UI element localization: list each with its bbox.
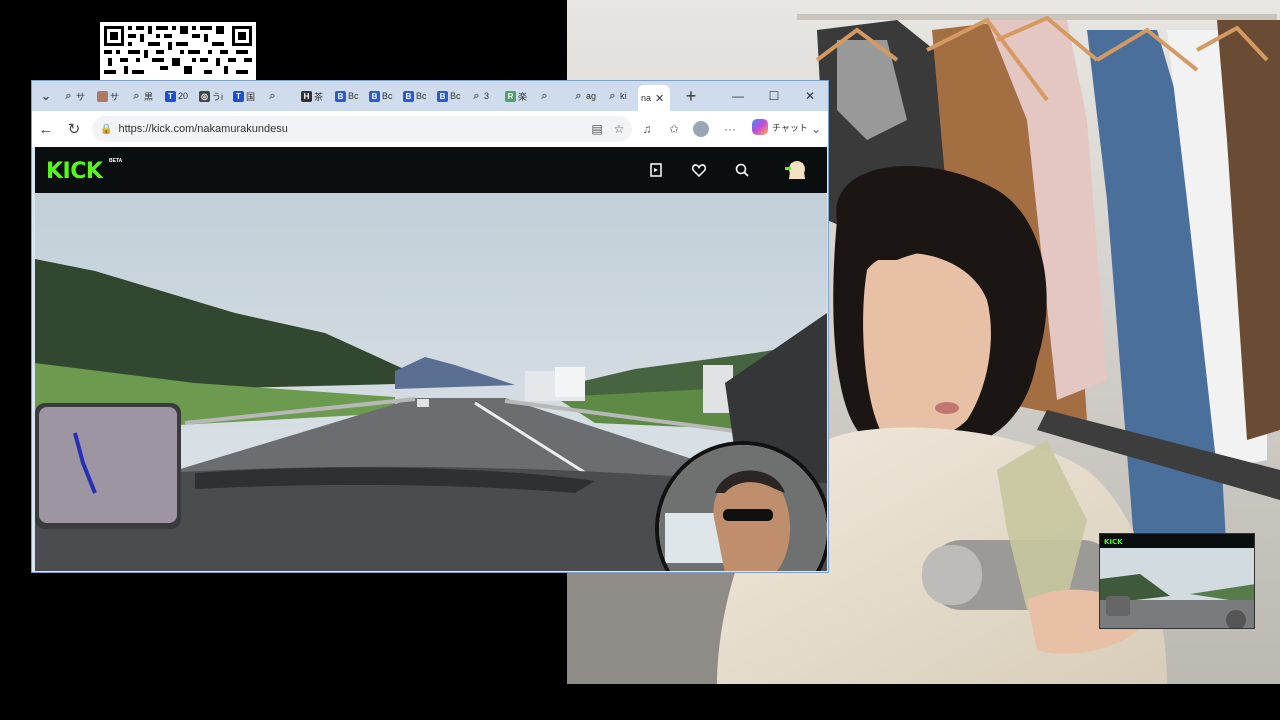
tab-item[interactable]: ⌕ ag [570,85,604,107]
heart-icon[interactable] [689,160,709,180]
lock-icon: 🔒 [100,123,113,135]
tab-active[interactable]: na ✕ [638,85,670,111]
back-button[interactable]: ← [32,115,60,143]
tab-label: ki [620,91,627,101]
chevron-down-icon[interactable]: ⌄ [806,119,826,139]
tab-close-icon[interactable]: ✕ [655,92,664,105]
tab-favicon-icon: ⌕ [133,89,140,102]
mini-stream-preview: KICK [1099,533,1255,629]
qr-code [100,22,256,80]
close-window-button[interactable]: ✕ [792,81,828,111]
tab-label: 黒 [144,91,154,102]
tab-label: 茶 [314,91,324,102]
kick-beta-badge: BETA [109,158,123,164]
svg-text:KICK: KICK [1104,538,1123,546]
tab-favicon-icon: ◎ [199,90,210,102]
tab-favicon-icon [97,90,108,102]
tab-label: na [641,93,652,103]
tab-favicon-icon: T [233,90,244,102]
stream-canvas: KICK ⌄ ⌕ ササ ⌕ 黒 T 20 ◎ うi T 国 ⌕ H 茶 B Bc B Bc B Bc B Bc ⌕ 3 R 楽 ⌕… [0,0,1280,720]
tab-label: Bc [450,91,461,101]
chat-label: チャット [772,122,808,133]
tab-item[interactable]: ⌕ サ [60,85,94,107]
copilot-chat-button[interactable]: チャット [752,119,808,135]
tab-favicon-icon: B [403,90,414,102]
search-icon[interactable] [732,160,752,180]
tab-label: 20 [178,91,189,101]
media-control-icon[interactable]: ♫ [637,119,657,139]
tab-favicon-icon: ⌕ [269,89,276,102]
tab-item[interactable]: サ [94,85,128,107]
copilot-icon [752,119,768,135]
tab-bar: ⌄ ⌕ ササ ⌕ 黒 T 20 ◎ うi T 国 ⌕ H 茶 B Bc B Bc B Bc B Bc ⌕ 3 R 楽 ⌕ ⌕ ag ⌕ k… [32,81,828,111]
video-player[interactable] [35,193,827,571]
profile-avatar-icon[interactable] [691,119,711,139]
kick-page: KICK BETA [35,147,827,571]
tab-item[interactable]: ⌕ ki [604,85,638,107]
tab-label: Bc [348,91,359,101]
tab-item[interactable]: ◎ うi [196,85,230,107]
tab-favicon-icon: R [505,90,516,102]
tab-label: Bc [416,91,427,101]
tab-favicon-icon: B [369,90,380,102]
kick-header: KICK BETA [35,147,827,193]
browser-window: ⌄ ⌕ ササ ⌕ 黒 T 20 ◎ うi T 国 ⌕ H 茶 B Bc B Bc B Bc B Bc ⌕ 3 R 楽 ⌕ ⌕ ag ⌕ k… [31,80,829,573]
back-arrow-icon: ← [38,120,54,138]
url-field[interactable]: 🔒 https://kick.com/nakamurakundesu [92,116,632,142]
tab-favicon-icon: ⌕ [541,89,548,102]
tab-label: うi [212,91,223,102]
address-bar: ← ↻ 🔒 https://kick.com/nakamurakundesu ▤… [32,111,828,147]
tab-item[interactable]: B Bc [434,85,468,107]
more-menu-icon[interactable]: ··· [720,119,740,139]
refresh-button[interactable]: ↻ [60,115,88,143]
tab-item[interactable]: B Bc [332,85,366,107]
tab-label: サ [76,91,86,102]
tab-label: Bc [382,91,393,101]
tab-item[interactable]: ⌕ [536,85,570,107]
tab-favicon-icon: H [301,90,312,102]
user-avatar[interactable] [783,157,809,183]
maximize-button[interactable]: ☐ [756,81,792,111]
minimize-button[interactable]: — [720,81,756,111]
tab-label: 楽 [518,91,528,102]
favorites-icon[interactable]: ✩ [664,119,684,139]
browse-icon[interactable] [646,160,666,180]
tab-item[interactable]: R楽 [502,85,536,107]
url-text: https://kick.com/nakamurakundesu [118,123,288,135]
favorite-star-icon[interactable]: ☆ [609,119,629,139]
tab-favicon-icon: ⌕ [575,89,582,102]
tab-favicon-icon: ⌕ [65,89,72,102]
new-tab-button[interactable]: + [678,86,704,107]
reader-mode-icon[interactable]: ▤ [587,119,607,139]
tab-item[interactable]: B Bc [366,85,400,107]
tab-item[interactable]: H茶 [298,85,332,107]
tab-item[interactable]: B Bc [400,85,434,107]
tab-item[interactable]: ⌕ 黒 [128,85,162,107]
tab-label: 3 [484,91,490,101]
tab-item[interactable]: ⌕ 3 [468,85,502,107]
tab-label: サ [110,91,120,102]
tab-favicon-icon: ⌕ [473,89,480,102]
tab-label: ag [586,91,597,101]
kick-logo[interactable]: KICK [46,159,103,184]
tab-actions-chevron-icon[interactable]: ⌄ [32,81,60,111]
tab-favicon-icon: B [437,90,448,102]
tab-item[interactable]: T 20 [162,85,196,107]
tab-item[interactable]: ⌕ [264,85,298,107]
tab-label: 国 [246,91,256,102]
tab-favicon-icon: T [165,90,176,102]
tab-favicon-icon: B [335,90,346,102]
refresh-icon: ↻ [67,121,81,138]
tab-favicon-icon: ⌕ [609,89,616,102]
tab-item[interactable]: T国 [230,85,264,107]
